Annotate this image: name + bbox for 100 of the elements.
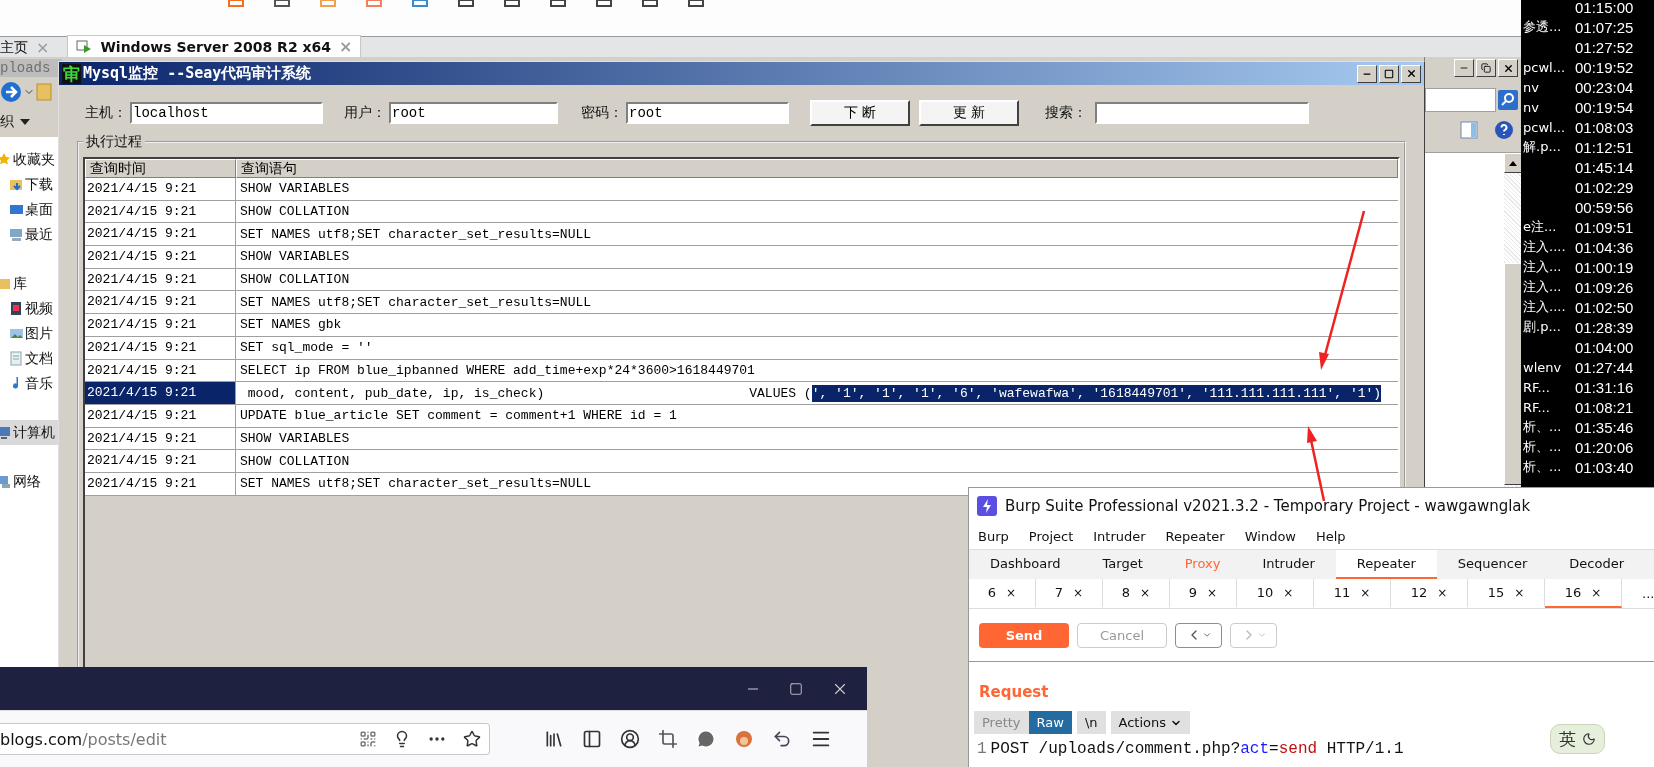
list-item-title: 析、... <box>1522 418 1563 436</box>
close-button[interactable] <box>1498 59 1518 77</box>
forward-icon[interactable] <box>0 81 22 103</box>
section-title: Request <box>979 683 1050 701</box>
minimize-button[interactable] <box>1454 59 1474 77</box>
maximize-icon[interactable] <box>789 681 803 696</box>
toolbar-icon[interactable] <box>502 0 522 8</box>
request-tab[interactable]: 8 × <box>1103 579 1170 608</box>
input-field[interactable]: root <box>389 102 558 124</box>
menu-item[interactable]: Intruder <box>1093 528 1146 544</box>
table-cell[interactable]: 2021/4/15 9:21 <box>85 359 236 382</box>
table-cell[interactable]: 2021/4/15 9:21 <box>85 427 236 450</box>
menu-item[interactable]: Burp <box>978 528 1009 544</box>
table-cell[interactable]: 2021/4/15 9:21 <box>85 200 236 223</box>
tool-tab[interactable]: Repeater <box>1335 550 1437 579</box>
view-toggle[interactable]: Raw <box>1028 711 1072 734</box>
table-cell-text: UPDATE blue_article SET comment = comment+1 WHERE id = 1 <box>239 407 678 426</box>
toolbar-icon[interactable] <box>686 0 706 8</box>
request-tab[interactable]: 16 × <box>1545 579 1622 608</box>
table-cell[interactable]: 2021/4/15 9:21 <box>85 336 236 359</box>
tool-tab[interactable]: Dashboard <box>969 550 1082 579</box>
menu-item[interactable]: Window <box>1244 528 1296 544</box>
view-toggle[interactable]: \n <box>1076 711 1106 734</box>
search-icon[interactable] <box>1498 90 1518 110</box>
toolbar-icon[interactable] <box>456 0 476 8</box>
table-cell[interactable]: 2021/4/15 9:21 <box>85 246 236 268</box>
request-tab[interactable]: 10 × <box>1237 579 1314 608</box>
close-button[interactable] <box>1401 64 1421 83</box>
vm-tab[interactable]: 主页 × <box>0 38 58 57</box>
vm-tab[interactable]: Windows Server 2008 R2 x64 × <box>67 35 362 57</box>
request-tab[interactable]: 7 × <box>1036 579 1103 608</box>
toolbar-icon[interactable] <box>594 0 614 8</box>
duration-label: 01:20:06 <box>1575 438 1634 456</box>
request-tab[interactable]: 6 × <box>969 579 1036 608</box>
tool-tab[interactable]: Decoder <box>1548 550 1646 579</box>
table-cell[interactable]: 2021/4/15 9:21 <box>85 472 236 495</box>
sidebar-item[interactable]: 图片 <box>0 321 58 346</box>
account-icon[interactable] <box>620 729 640 749</box>
request-tab[interactable]: 12 × <box>1391 579 1468 608</box>
table-cell[interactable]: 2021/4/15 9:21 <box>85 382 236 404</box>
actions-button[interactable]: Actions <box>1110 711 1191 734</box>
sidebar-item[interactable]: 下载 <box>0 172 58 197</box>
request-tab[interactable]: 15 × <box>1468 579 1545 608</box>
sidebar-item[interactable]: 视频 <box>0 296 58 321</box>
input-field[interactable]: root <box>626 102 789 124</box>
table-cell[interactable]: 2021/4/15 9:21 <box>85 291 236 314</box>
tool-tab[interactable]: Target <box>1081 550 1164 579</box>
request-tab[interactable]: 11 × <box>1314 579 1391 608</box>
maximize-button[interactable] <box>1379 64 1399 83</box>
restore-button[interactable] <box>1476 59 1496 77</box>
menu-item[interactable]: Help <box>1316 528 1346 544</box>
minimize-button[interactable] <box>1357 64 1377 83</box>
more-tabs[interactable]: ... <box>1622 586 1654 601</box>
menu-item[interactable]: Project <box>1028 528 1074 544</box>
caret-icon[interactable] <box>20 119 30 125</box>
crop-icon[interactable] <box>658 729 678 749</box>
star-icon[interactable] <box>463 730 481 748</box>
sidebar-item[interactable]: 音乐 <box>0 371 58 396</box>
table-cell[interactable]: 2021/4/15 9:21 <box>85 223 236 246</box>
table-cell[interactable]: 2021/4/15 9:21 <box>85 450 236 472</box>
column-header[interactable]: 查询时间 <box>85 159 236 178</box>
input-field[interactable]: localhost <box>130 102 323 124</box>
sidebar-item[interactable]: 桌面 <box>0 197 58 222</box>
undo-icon[interactable] <box>772 729 792 749</box>
tool-tab[interactable]: Sequencer <box>1436 550 1549 579</box>
column-header[interactable]: 查询语句 <box>236 159 1398 178</box>
toolbar-icon[interactable] <box>272 0 292 8</box>
sidebar-item[interactable]: 收藏夹 <box>0 147 58 172</box>
request-tab[interactable]: 9 × <box>1170 579 1237 608</box>
toolbar-icon[interactable] <box>548 0 568 8</box>
sidebar-item[interactable]: 计算机 <box>0 420 58 445</box>
table-cell-text: SHOW VARIABLES <box>239 429 351 448</box>
sidebar-item[interactable]: 库 <box>0 271 58 296</box>
table-cell[interactable]: 2021/4/15 9:21 <box>85 314 236 336</box>
back-button[interactable] <box>1175 622 1222 648</box>
scrollbar-thumb[interactable] <box>1504 263 1522 485</box>
chat-icon[interactable] <box>696 729 716 749</box>
input-method-toggle[interactable]: 英 <box>1550 724 1605 754</box>
action-button[interactable]: 下 断 <box>810 100 910 126</box>
qr-code-icon[interactable] <box>359 730 377 748</box>
table-cell[interactable]: 2021/4/15 9:21 <box>85 268 236 291</box>
sidebar-icon[interactable] <box>582 729 602 749</box>
table-cell-text: SET NAMES utf8;SET character_set_results=NULL <box>239 225 593 244</box>
table-cell[interactable]: 2021/4/15 9:21 <box>85 178 236 200</box>
address-field[interactable]: blogs.com/posts/edit <box>0 723 490 755</box>
sidebar-item[interactable]: 网络 <box>0 469 58 494</box>
scroll-up-button[interactable] <box>1504 153 1522 173</box>
menu-item[interactable]: Repeater <box>1165 528 1225 544</box>
sidebar-item[interactable]: 文档 <box>0 346 58 371</box>
library-icon[interactable] <box>544 729 564 749</box>
organize-menu[interactable]: 织 <box>0 113 14 131</box>
toolbar-icon[interactable] <box>640 0 660 8</box>
search-field[interactable] <box>1095 102 1309 124</box>
sidebar-item[interactable]: 最近 <box>0 222 58 247</box>
extension-icon[interactable] <box>734 729 754 749</box>
search-field[interactable] <box>1425 88 1496 112</box>
tool-tab[interactable]: Intruder <box>1241 550 1336 579</box>
help-icon[interactable] <box>1494 120 1514 140</box>
action-button[interactable]: 更 新 <box>919 100 1019 126</box>
table-cell[interactable]: 2021/4/15 9:21 <box>85 404 236 427</box>
